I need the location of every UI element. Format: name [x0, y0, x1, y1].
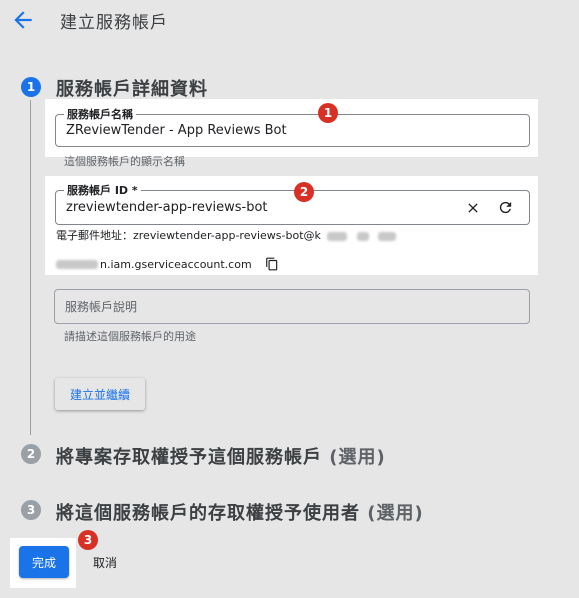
annotation-badge-3: 3 — [78, 530, 98, 550]
service-account-id-field[interactable]: 服務帳戶 ID * zreviewtender-app-reviews-bot — [55, 182, 530, 225]
step-1-circle: 1 — [21, 77, 41, 97]
annotation-badge-1: 1 — [318, 103, 338, 123]
copy-icon[interactable] — [264, 256, 280, 272]
refresh-icon[interactable] — [495, 198, 515, 218]
name-field-label: 服務帳戶名稱 — [64, 106, 136, 122]
service-account-name-field[interactable]: 服務帳戶名稱 ZReviewTender - App Reviews Bot — [55, 106, 530, 147]
step-1-title: 服務帳戶詳細資料 — [56, 79, 208, 100]
back-arrow-icon[interactable] — [10, 7, 36, 33]
email-prefix: 電子郵件地址：zreviewtender-app-reviews-bot@k — [56, 229, 321, 242]
redacted-block — [378, 231, 397, 241]
step-2-title-text: 將專案存取權授予這個服務帳戶 — [56, 447, 322, 468]
redacted-block — [327, 231, 348, 241]
step-2-circle: 2 — [21, 444, 41, 464]
step-3-optional: (選用) — [367, 503, 424, 524]
step-3-title-text: 將這個服務帳戶的存取權授予使用者 — [56, 503, 360, 524]
step-3-title[interactable]: 將這個服務帳戶的存取權授予使用者 (選用) — [56, 499, 424, 525]
create-and-continue-button[interactable]: 建立並繼續 — [55, 378, 145, 410]
name-field-value: ZReviewTender - App Reviews Bot — [66, 123, 287, 138]
redacted-block — [56, 259, 98, 269]
step-3-circle: 3 — [21, 500, 41, 520]
description-placeholder: 服務帳戶說明 — [65, 300, 138, 314]
cancel-button[interactable]: 取消 — [93, 554, 117, 571]
step-2-title[interactable]: 將專案存取權授予這個服務帳戶 (選用) — [56, 443, 386, 469]
page-title: 建立服務帳戶 — [60, 13, 168, 33]
redacted-block — [356, 231, 369, 241]
email-suffix: n.iam.gserviceaccount.com — [100, 257, 252, 271]
description-helper-text: 請描述這個服務帳戶的用途 — [64, 330, 196, 343]
annotation-badge-2: 2 — [294, 182, 314, 202]
name-helper-text: 這個服務帳戶的顯示名稱 — [64, 155, 185, 168]
done-button[interactable]: 完成 — [19, 546, 69, 578]
email-address-line: 電子郵件地址：zreviewtender-app-reviews-bot@k — [56, 227, 397, 243]
stepper-line — [30, 100, 31, 435]
step-2-optional: (選用) — [329, 447, 386, 468]
clear-icon[interactable] — [463, 198, 483, 218]
id-field-value: zreviewtender-app-reviews-bot — [66, 200, 268, 215]
email-domain-line: n.iam.gserviceaccount.com — [56, 256, 280, 272]
id-field-label: 服務帳戶 ID * — [64, 182, 141, 198]
service-account-description-field[interactable]: 服務帳戶說明 — [54, 289, 530, 324]
